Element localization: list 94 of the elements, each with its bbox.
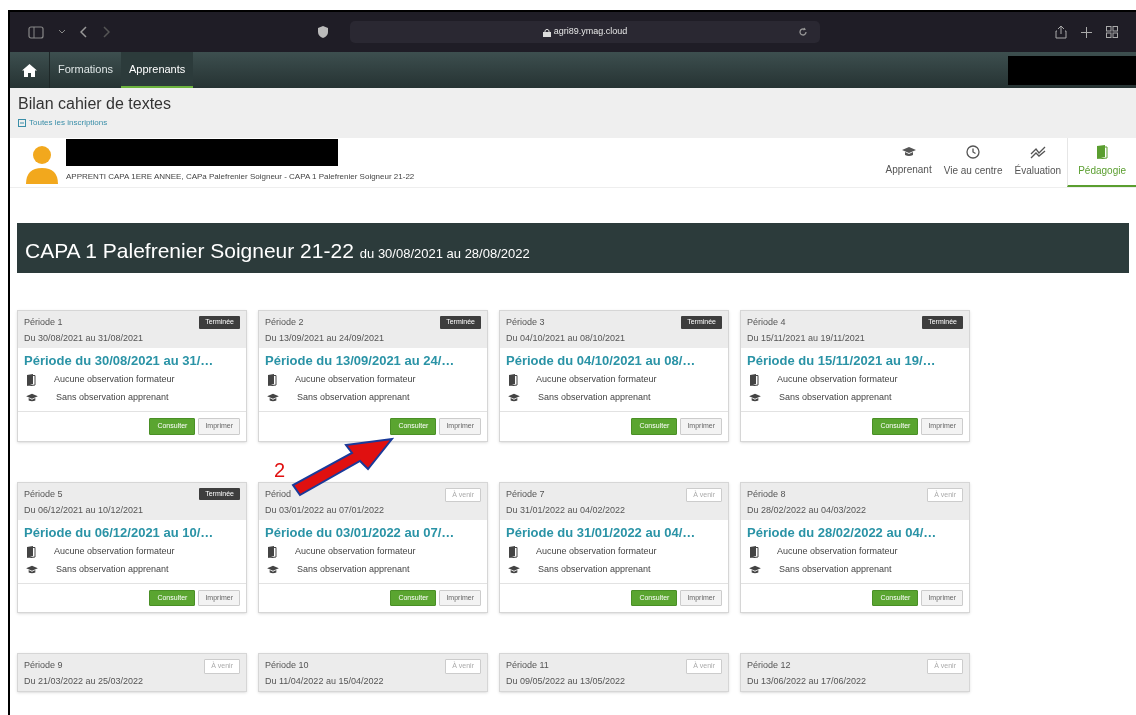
period-title: Période du 04/10/2021 au 08/… xyxy=(506,352,696,370)
observation-text: Aucune observation formateur xyxy=(536,544,657,558)
graduation-cap-icon xyxy=(26,564,38,575)
graduation-cap-icon xyxy=(508,564,520,575)
observation-text: Sans observation apprenant xyxy=(538,562,651,576)
graduation-cap-icon xyxy=(267,393,279,403)
period-label: Période 9 xyxy=(24,659,64,672)
sidebar-icon[interactable] xyxy=(28,25,44,39)
address-bar[interactable]: agri89.ymag.cloud xyxy=(350,21,820,43)
section-tab[interactable]: Évaluation xyxy=(1008,138,1068,187)
period-dates: Du 13/09/2021 au 24/09/2021 xyxy=(265,332,385,345)
observation-text: Aucune observation formateur xyxy=(295,544,416,558)
annotation-number: 2 xyxy=(274,459,286,481)
period-dates: Du 11/04/2022 au 15/04/2022 xyxy=(265,675,384,688)
graduation-cap-icon xyxy=(749,393,761,403)
shield-icon xyxy=(318,26,328,38)
graduation-cap-icon xyxy=(267,564,279,575)
tabs-grid-icon[interactable] xyxy=(1106,26,1118,38)
period-title: Période du 28/02/2022 au 04/… xyxy=(747,523,937,542)
period-dates: Du 28/02/2022 au 04/03/2022 xyxy=(747,503,867,517)
book-icon xyxy=(267,545,277,558)
period-label: Période 12 xyxy=(747,659,792,672)
observation-text: Sans observation apprenant xyxy=(56,562,169,576)
period-label: Période 5 xyxy=(24,487,64,501)
line-chart-icon xyxy=(1029,145,1046,159)
graduation-cap-icon xyxy=(901,146,916,158)
home-icon[interactable] xyxy=(22,63,37,77)
period-label: Période 4 xyxy=(747,316,787,329)
period-label: Période 10 xyxy=(265,659,310,672)
observation-text: Aucune observation formateur xyxy=(777,544,898,558)
period-title: Période du 30/08/2021 au 31/… xyxy=(24,352,214,370)
period-title: Période du 31/01/2022 au 04/… xyxy=(506,523,696,542)
period-dates: Du 15/11/2021 au 19/11/2021 xyxy=(747,332,865,345)
plus-icon[interactable] xyxy=(1081,26,1092,38)
lock-icon xyxy=(542,27,551,37)
back-icon[interactable] xyxy=(80,26,88,38)
page-title: Bilan cahier de textes xyxy=(18,94,171,114)
section-tab[interactable]: Apprenant xyxy=(879,138,938,187)
period-title: Période du 13/09/2021 au 24/… xyxy=(265,352,455,370)
observation-text: Sans observation apprenant xyxy=(779,391,892,405)
book-icon xyxy=(508,374,518,386)
period-label: Période 2 xyxy=(265,316,305,329)
book-icon xyxy=(1096,145,1109,159)
observation-text: Sans observation apprenant xyxy=(56,391,169,405)
graduation-cap-icon xyxy=(508,393,520,403)
book-icon xyxy=(26,374,36,386)
book-icon xyxy=(26,545,36,558)
section-tab[interactable]: Pédagogie xyxy=(1067,138,1136,187)
inscriptions-link[interactable]: Toutes les inscriptions xyxy=(18,117,108,129)
period-label: Période 11 xyxy=(506,659,550,672)
observation-text: Sans observation apprenant xyxy=(538,391,651,405)
observation-text: Aucune observation formateur xyxy=(777,373,898,387)
nav-tab[interactable]: Formations xyxy=(50,52,122,88)
section-tab[interactable]: Vie au centre xyxy=(937,138,1009,187)
period-title: Période du 03/01/2022 au 07/… xyxy=(265,523,455,542)
course-title: CAPA 1 Palefrenier Soigneur 21-22 xyxy=(25,238,354,264)
nav-tab[interactable]: Apprenants xyxy=(121,52,194,88)
observation-text: Aucune observation formateur xyxy=(536,373,657,387)
share-icon[interactable] xyxy=(1055,25,1067,39)
observation-text: Sans observation apprenant xyxy=(779,562,892,576)
observation-text: Sans observation apprenant xyxy=(297,562,410,576)
book-icon xyxy=(749,545,759,558)
observation-text: Aucune observation formateur xyxy=(54,373,175,387)
period-label: Période 7 xyxy=(506,487,546,501)
period-title: Période du 15/11/2021 au 19/… xyxy=(747,352,936,370)
period-label: Période 1 xyxy=(24,316,64,329)
period-dates: Du 13/06/2022 au 17/06/2022 xyxy=(747,675,867,688)
observation-text: Aucune observation formateur xyxy=(54,544,175,558)
course-dates: du 30/08/2021 au 28/08/2022 xyxy=(359,245,530,263)
period-title: Période du 06/12/2021 au 10/… xyxy=(24,523,214,542)
period-dates: Du 09/05/2022 au 13/05/2022 xyxy=(506,675,626,688)
person-silhouette-icon xyxy=(24,144,60,184)
chevron-down-icon xyxy=(58,29,66,35)
book-icon xyxy=(267,374,277,386)
graduation-cap-icon xyxy=(749,564,761,575)
period-dates: Du 03/01/2022 au 07/01/2022 xyxy=(265,503,385,517)
graduation-cap-icon xyxy=(26,393,38,403)
period-dates: Du 21/03/2022 au 25/03/2022 xyxy=(24,675,144,688)
observation-text: Aucune observation formateur xyxy=(295,373,416,387)
reload-icon[interactable] xyxy=(798,27,808,37)
period-dates: Du 06/12/2021 au 10/12/2021 xyxy=(24,503,144,517)
period-label: Période 8 xyxy=(747,487,787,501)
book-icon xyxy=(508,545,518,558)
period-dates: Du 31/01/2022 au 04/02/2022 xyxy=(506,503,626,517)
student-subtitle: APPRENTI CAPA 1ERE ANNEE, CAPa Palefrenier Soigneur - CAPA 1 Palefrenier Soigneur 21-22 xyxy=(66,171,415,183)
period-dates: Du 04/10/2021 au 08/10/2021 xyxy=(506,332,626,345)
clock-icon xyxy=(966,145,981,159)
period-dates: Du 30/08/2021 au 31/08/2021 xyxy=(24,332,144,345)
list-icon xyxy=(18,119,26,127)
observation-text: Sans observation apprenant xyxy=(297,391,410,405)
book-icon xyxy=(749,374,759,386)
period-label: Période 3 xyxy=(506,316,546,329)
period-label: Périod xyxy=(265,487,292,501)
url-text: agri89.ymag.cloud xyxy=(553,25,628,39)
